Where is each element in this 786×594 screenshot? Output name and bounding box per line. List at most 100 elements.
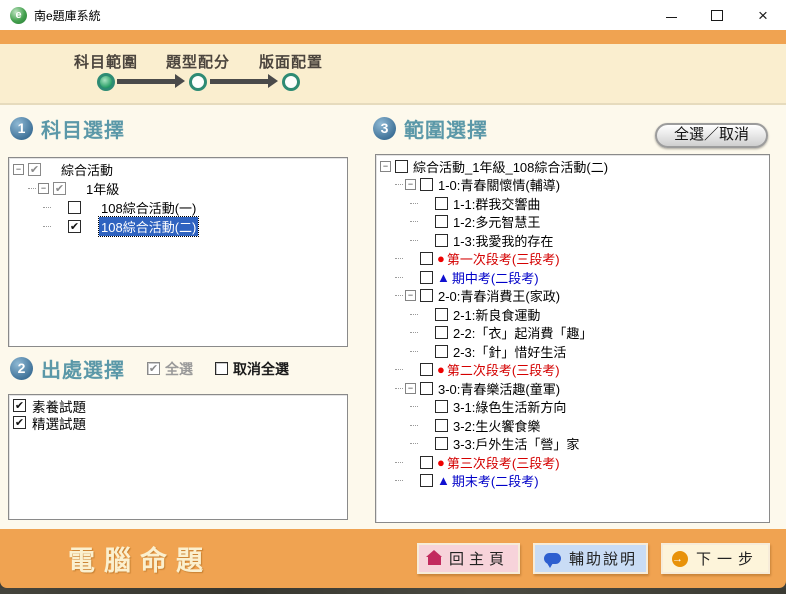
source-item[interactable]: ✔精選試題 bbox=[9, 414, 347, 431]
tree-checkbox[interactable] bbox=[435, 234, 448, 247]
tree-checkbox[interactable] bbox=[420, 178, 433, 191]
tree-checkbox[interactable] bbox=[435, 419, 448, 432]
tree-node-label[interactable]: 1-2:多元智慧王 bbox=[453, 212, 540, 231]
home-icon bbox=[428, 557, 441, 565]
tree-checkbox[interactable] bbox=[68, 201, 81, 214]
tree-node-label[interactable]: 綜合活動_1年級_108綜合活動(二) bbox=[413, 157, 608, 176]
tree-checkbox[interactable] bbox=[395, 160, 408, 173]
footer-buttons: 回主頁 輔助說明 → 下一步 bbox=[417, 543, 770, 574]
tree-expander-icon[interactable]: − bbox=[13, 164, 24, 175]
tree-row[interactable]: 1-2:多元智慧王 bbox=[376, 213, 769, 232]
window-title: 南e題庫系統 bbox=[34, 7, 101, 24]
step-arrow bbox=[117, 79, 175, 84]
tree-checkbox[interactable] bbox=[435, 326, 448, 339]
tree-checkbox[interactable] bbox=[420, 271, 433, 284]
tree-checkbox[interactable] bbox=[420, 456, 433, 469]
tree-row[interactable]: −✔ 綜合活動 bbox=[9, 160, 347, 179]
tree-node-label[interactable]: 2-1:新良食運動 bbox=[453, 305, 540, 324]
tree-node-label[interactable]: 1-3:我愛我的存在 bbox=[453, 231, 553, 250]
tree-checkbox[interactable] bbox=[435, 197, 448, 210]
tree-row[interactable]: 3-1:綠色生活新方向 bbox=[376, 398, 769, 417]
tree-checkbox[interactable] bbox=[420, 252, 433, 265]
tree-row[interactable]: − 2-0:青春消費王(家政) bbox=[376, 287, 769, 306]
tree-node-label[interactable]: 108綜合活動(二) bbox=[99, 217, 198, 236]
tree-node-label[interactable]: 3-3:戶外生活「營」家 bbox=[453, 434, 579, 453]
tree-row[interactable]: 108綜合活動(一) bbox=[9, 198, 347, 217]
tree-row[interactable]: ✔ 108綜合活動(二) bbox=[9, 217, 347, 236]
tree-node-label[interactable]: 2-3:「針」惜好生活 bbox=[453, 342, 566, 361]
tree-row[interactable]: 3-3:戶外生活「營」家 bbox=[376, 435, 769, 454]
tree-node-label[interactable]: 第一次段考(三段考) bbox=[447, 249, 560, 268]
close-button[interactable]: × bbox=[740, 0, 786, 30]
tree-row[interactable]: 2-3:「針」惜好生活 bbox=[376, 342, 769, 361]
tree-row[interactable]: 1-1:群我交響曲 bbox=[376, 194, 769, 213]
tree-row[interactable]: − 3-0:青春樂活趣(童軍) bbox=[376, 379, 769, 398]
tree-checkbox[interactable] bbox=[435, 345, 448, 358]
tree-checkbox[interactable] bbox=[420, 363, 433, 376]
tree-row[interactable]: ●第二次段考(三段考) bbox=[376, 361, 769, 380]
tree-row[interactable]: 2-1:新良食運動 bbox=[376, 305, 769, 324]
tree-checkbox[interactable]: ✔ bbox=[53, 182, 66, 195]
section-number-badge: 1 bbox=[10, 117, 33, 140]
tree-node-label[interactable]: 2-0:青春消費王(家政) bbox=[438, 286, 560, 305]
tree-node-label[interactable]: 3-1:綠色生活新方向 bbox=[453, 397, 566, 416]
tree-node-label[interactable]: 3-2:生火饗食樂 bbox=[453, 416, 540, 435]
step-circle-icon bbox=[282, 73, 300, 91]
tree-row[interactable]: 3-2:生火饗食樂 bbox=[376, 416, 769, 435]
tree-checkbox[interactable] bbox=[420, 474, 433, 487]
deselect-all-checkbox[interactable]: 取消全選 bbox=[215, 359, 289, 379]
tree-row[interactable]: −✔ 1年級 bbox=[9, 179, 347, 198]
section-number-badge: 2 bbox=[10, 357, 33, 380]
select-all-checkbox[interactable]: ✔ 全選 bbox=[147, 359, 193, 379]
tree-checkbox[interactable]: ✔ bbox=[28, 163, 41, 176]
tree-row[interactable]: ▲期中考(二段考) bbox=[376, 268, 769, 287]
tree-node-label[interactable]: 3-0:青春樂活趣(童軍) bbox=[438, 379, 560, 398]
tree-row[interactable]: − 1-0:青春關懷情(輔導) bbox=[376, 176, 769, 195]
tree-checkbox[interactable] bbox=[435, 215, 448, 228]
tree-row[interactable]: ●第三次段考(三段考) bbox=[376, 453, 769, 472]
section-title: 科目選擇 bbox=[41, 114, 125, 143]
maximize-button[interactable] bbox=[694, 0, 740, 30]
tree-checkbox[interactable]: ✔ bbox=[68, 220, 81, 233]
tree-row[interactable]: 2-2:「衣」起消費「趣」 bbox=[376, 324, 769, 343]
tree-node-label[interactable]: 期中考(二段考) bbox=[452, 268, 539, 287]
tree-node-label[interactable]: 第二次段考(三段考) bbox=[447, 360, 560, 379]
tree-expander-icon[interactable]: − bbox=[405, 290, 416, 301]
tree-checkbox[interactable] bbox=[420, 289, 433, 302]
top-accent-strip bbox=[0, 30, 786, 44]
select-all-toggle-button[interactable]: 全選／取消 bbox=[655, 123, 768, 148]
minimize-icon bbox=[666, 17, 677, 18]
tree-checkbox[interactable] bbox=[435, 437, 448, 450]
next-step-button[interactable]: → 下一步 bbox=[661, 543, 770, 574]
tree-node-label[interactable]: 1-0:青春關懷情(輔導) bbox=[438, 175, 560, 194]
tree-node-label[interactable]: 2-2:「衣」起消費「趣」 bbox=[453, 323, 592, 342]
tree-node-label[interactable]: 1-1:群我交響曲 bbox=[453, 194, 540, 213]
tree-checkbox[interactable] bbox=[435, 308, 448, 321]
tree-node-label[interactable]: 1年級 bbox=[84, 179, 121, 198]
item-checkbox[interactable]: ✔ bbox=[13, 399, 26, 412]
tree-expander-icon[interactable]: − bbox=[380, 161, 391, 172]
tree-node-label[interactable]: 第三次段考(三段考) bbox=[447, 453, 560, 472]
item-checkbox[interactable]: ✔ bbox=[13, 416, 26, 429]
tree-guide-line bbox=[410, 314, 418, 315]
tree-checkbox[interactable] bbox=[420, 382, 433, 395]
tree-checkbox[interactable] bbox=[435, 400, 448, 413]
tree-expander-icon[interactable]: − bbox=[405, 383, 416, 394]
tree-node-label[interactable]: 綜合活動 bbox=[59, 160, 115, 179]
step-arrowhead-icon bbox=[268, 74, 278, 88]
tree-node-label[interactable]: 期末考(二段考) bbox=[452, 471, 539, 490]
minimize-button[interactable] bbox=[648, 0, 694, 30]
source-item[interactable]: ✔素養試題 bbox=[9, 397, 347, 414]
tree-row[interactable]: − 綜合活動_1年級_108綜合活動(二) bbox=[376, 157, 769, 176]
tree-row[interactable]: ▲期末考(二段考) bbox=[376, 472, 769, 491]
help-button[interactable]: 輔助說明 bbox=[533, 543, 648, 574]
tree-expander-icon[interactable]: − bbox=[405, 179, 416, 190]
tree-guide-line bbox=[410, 351, 418, 352]
footer-bar: 電腦命題 回主頁 輔助說明 → 下一步 bbox=[0, 529, 786, 588]
tree-row[interactable]: 1-3:我愛我的存在 bbox=[376, 231, 769, 250]
tree-guide-line bbox=[395, 462, 403, 463]
home-button[interactable]: 回主頁 bbox=[417, 543, 520, 574]
tree-node-label[interactable]: 108綜合活動(一) bbox=[99, 198, 198, 217]
tree-row[interactable]: ●第一次段考(三段考) bbox=[376, 250, 769, 269]
tree-expander-icon[interactable]: − bbox=[38, 183, 49, 194]
